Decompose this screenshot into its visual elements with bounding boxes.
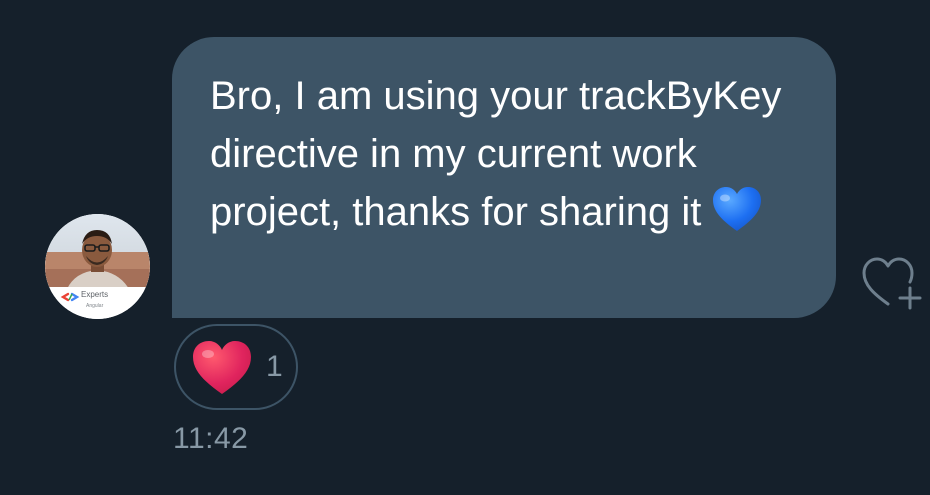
blue-heart-icon [713,187,762,231]
reaction-pill[interactable]: 1 [174,324,298,410]
avatar-badge-text: Experts [81,290,109,299]
message-bubble[interactable]: Bro, I am using your trackByKey directiv… [172,37,836,318]
red-heart-icon [193,341,251,394]
avatar-badge-subtext: Angular [86,303,104,309]
add-reaction-icon[interactable] [858,250,924,312]
reaction-count: 1 [266,350,283,383]
message-timestamp: 11:42 [173,422,249,455]
avatar[interactable]: Experts Angular [45,214,150,319]
dm-conversation: Experts Angular Bro, I am using your tra… [0,0,930,495]
message-text: Bro, I am using your trackByKey directiv… [210,74,782,234]
